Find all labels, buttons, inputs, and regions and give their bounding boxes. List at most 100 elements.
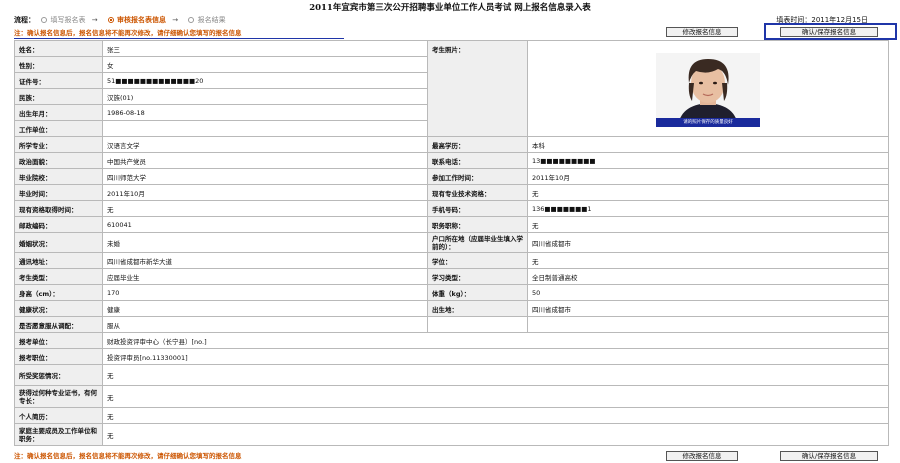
- field-value-height: 170: [102, 284, 428, 301]
- field-value-degree: 无: [527, 252, 889, 269]
- photo-caption: 请的照片保存的质量良好: [656, 117, 760, 127]
- field-label: 所受奖惩情况：: [14, 364, 103, 386]
- field-label: 婚姻状况：: [14, 232, 103, 253]
- field-value-address: 四川省成都市新华大道: [102, 252, 428, 269]
- table-row: 个人简历： 无: [14, 407, 889, 424]
- table-row: 所受奖惩情况： 无: [14, 364, 889, 386]
- empty-cell: [427, 316, 528, 333]
- field-label: 现有专业技术资格：: [427, 184, 528, 201]
- field-value-birthplace: 四川省成都市: [527, 300, 889, 317]
- table-row: 毕业时间： 2011年10月 现有专业技术资格： 无: [14, 184, 889, 201]
- field-label: 联系电话：: [427, 152, 528, 169]
- field-value-education: 本科: [527, 136, 889, 153]
- field-label: 是否愿意服从调配：: [14, 316, 103, 333]
- field-label: 学习类型：: [427, 268, 528, 285]
- field-value-gender: 女: [102, 56, 428, 73]
- field-label: 工作单位：: [14, 120, 103, 137]
- field-value-unit: 财政投资评审中心（长宁县）[no.]: [102, 332, 889, 349]
- step-circle-icon: [41, 17, 48, 23]
- field-label: 民族：: [14, 88, 103, 105]
- avatar-photo-icon: [656, 52, 760, 127]
- field-label: 通讯地址：: [14, 252, 103, 269]
- step-review: 审核报名表信息: [117, 16, 167, 24]
- process-bar: 流程： 填写报名表 → 审核报名表信息 → 报名结果 填表时间：2011年12月…: [14, 14, 886, 26]
- field-label: 所学专业：: [14, 136, 103, 153]
- arrow-right-icon: →: [172, 16, 179, 24]
- page-title: 2011年宜宾市第三次公开招聘事业单位工作人员考试 网上报名信息录入表: [309, 3, 591, 13]
- field-label: 出生地：: [427, 300, 528, 317]
- photo-cell: 请的照片保存的质量良好: [527, 40, 889, 137]
- confirm-notice-bottom: 注：确认报名信息后，报名信息将不能再次修改，请仔细确认您填写的报名信息: [14, 452, 242, 460]
- field-label: 毕业院校：: [14, 168, 103, 185]
- field-label: 毕业时间：: [14, 184, 103, 201]
- field-value-study-type: 全日制普通高校: [527, 268, 889, 285]
- confirm-save-button[interactable]: 确认/保存报名信息: [780, 27, 878, 37]
- table-row: 家庭主要成员及工作单位和职务： 无: [14, 423, 889, 446]
- field-label: 姓名：: [14, 40, 103, 57]
- edit-info-button-bottom[interactable]: 修改报名信息: [666, 451, 738, 461]
- registration-form-table: 姓名： 张三 考生照片： 请的照片保存的质量良好 性别： 女 证件号： 51■■…: [14, 40, 889, 446]
- field-label: 户口所在地（应届毕业生填入学前的）：: [427, 232, 528, 253]
- table-row: 邮政编码： 610041 职务职称： 无: [14, 216, 889, 233]
- table-row: 姓名： 张三 考生照片： 请的照片保存的质量良好: [14, 40, 889, 137]
- field-value-title-rank: 无: [527, 216, 889, 233]
- field-value-family: 无: [102, 423, 889, 446]
- field-value-obey: 服从: [102, 316, 428, 333]
- field-value-skills: 无: [102, 385, 889, 408]
- table-row: 报考职位： 投资评审员[no.11330001]: [14, 348, 889, 365]
- field-label: 邮政编码：: [14, 216, 103, 233]
- field-value-resume: 无: [102, 407, 889, 424]
- field-label: 获得过何种专业证书，有何专长：: [14, 385, 103, 408]
- field-label: 证件号：: [14, 72, 103, 89]
- field-value-weight: 50: [527, 284, 889, 301]
- edit-info-button[interactable]: 修改报名信息: [666, 27, 738, 37]
- field-value-marital: 未婚: [102, 232, 428, 253]
- field-value-id: 51■■■■■■■■■■■■■20: [102, 72, 428, 89]
- field-label: 个人简历：: [14, 407, 103, 424]
- field-value-mobile: 136■■■■■■■1: [527, 200, 889, 217]
- field-value-tech-quali: 无: [527, 184, 889, 201]
- field-value-hukou: 四川省成都市: [527, 232, 889, 253]
- field-label: 家庭主要成员及工作单位和职务：: [14, 423, 103, 446]
- field-label: 报考单位：: [14, 332, 103, 349]
- table-row: 报考单位： 财政投资评审中心（长宁县）[no.]: [14, 332, 889, 349]
- table-row: 现有资格取得时间： 无 手机号码： 136■■■■■■■1: [14, 200, 889, 217]
- process-label: 流程：: [14, 16, 35, 24]
- table-row: 获得过何种专业证书，有何专长： 无: [14, 385, 889, 408]
- field-value-candidate-type: 应届毕业生: [102, 268, 428, 285]
- field-value-health: 健康: [102, 300, 428, 317]
- field-label: 出生年月：: [14, 104, 103, 121]
- bottom-action-bar: 注：确认报名信息后，报名信息将不能再次修改，请仔细确认您填写的报名信息 修改报名…: [14, 449, 886, 463]
- field-value-school: 四川师范大学: [102, 168, 428, 185]
- field-label: 性别：: [14, 56, 103, 73]
- table-row: 通讯地址： 四川省成都市新华大道 学位： 无: [14, 252, 889, 269]
- registration-page: 2011年宜宾市第三次公开招聘事业单位工作人员考试 网上报名信息录入表 流程： …: [0, 0, 900, 461]
- field-value-cert-time: 无: [102, 200, 428, 217]
- field-label: 手机号码：: [427, 200, 528, 217]
- field-value-ethnicity: 汉族(01): [102, 88, 428, 105]
- field-label: 报考职位：: [14, 348, 103, 365]
- field-value-name: 张三: [102, 40, 428, 57]
- field-label: 身高（cm）：: [14, 284, 103, 301]
- table-row: 身高（cm）： 170 体重（kg）： 50: [14, 284, 889, 301]
- candidate-photo: 请的照片保存的质量良好: [656, 52, 760, 127]
- field-label: 现有资格取得时间：: [14, 200, 103, 217]
- field-label: 体重（kg）：: [427, 284, 528, 301]
- field-label: 考生类型：: [14, 268, 103, 285]
- field-value-postcode: 610041: [102, 216, 428, 233]
- arrow-right-icon: →: [91, 16, 98, 24]
- step-circle-active-icon: [107, 17, 114, 23]
- field-label: 最高学历：: [427, 136, 528, 153]
- table-row: 所学专业： 汉语言文学 最高学历： 本科: [14, 136, 889, 153]
- field-value-political: 中国共产党员: [102, 152, 428, 169]
- notice-underline: [14, 38, 344, 39]
- field-value-grad-time: 2011年10月: [102, 184, 428, 201]
- empty-cell: [527, 316, 889, 333]
- field-value-work-start: 2011年10月: [527, 168, 889, 185]
- field-label: 政治面貌：: [14, 152, 103, 169]
- step-circle-icon: [188, 17, 195, 23]
- table-row: 是否愿意服从调配： 服从: [14, 316, 889, 333]
- field-label: 健康状况：: [14, 300, 103, 317]
- confirm-save-button-bottom[interactable]: 确认/保存报名信息: [780, 451, 878, 461]
- field-value-phone: 13■■■■■■■■■: [527, 152, 889, 169]
